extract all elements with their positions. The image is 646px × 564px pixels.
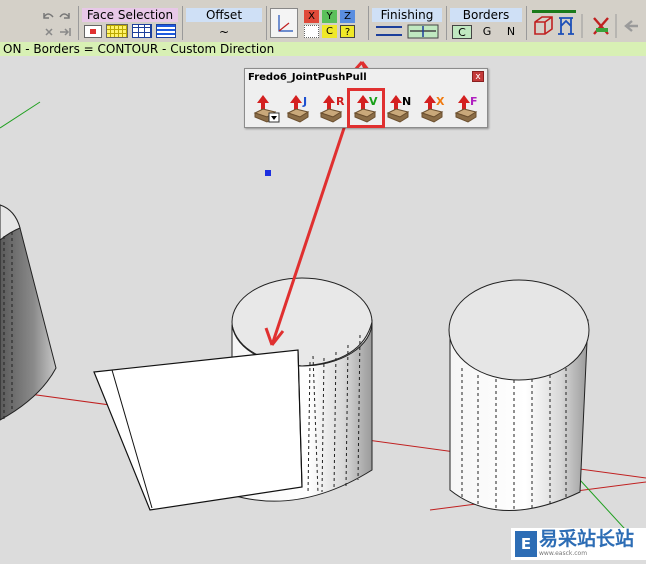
right-tools	[532, 10, 638, 38]
offset-group: Offset ~ 11951mm	[186, 8, 262, 55]
axis-custom-plane-icon[interactable]	[304, 25, 319, 38]
3d-viewport[interactable]	[0, 56, 646, 560]
axis-c-button[interactable]: C	[322, 25, 337, 38]
pushpull-normal-tool[interactable]: N	[385, 93, 413, 123]
borders-contour-button[interactable]: C	[452, 25, 472, 39]
borders-label: Borders	[450, 8, 522, 22]
face-select-single-icon[interactable]	[84, 25, 102, 38]
vertex-marker[interactable]	[265, 170, 271, 176]
axis-direction-icon[interactable]	[270, 8, 298, 38]
status-bar: ON - Borders = CONTOUR - Custom Directio…	[0, 42, 646, 56]
pushpull-normal-icon: N	[386, 95, 411, 123]
borders-g-button[interactable]: G	[478, 25, 496, 39]
pushpull-extrude-icon: X	[420, 95, 445, 123]
tool-letter-n: N	[402, 95, 411, 108]
finishing-label: Finishing	[372, 8, 442, 22]
watermark-logo-icon: E	[515, 531, 537, 557]
pushpull-follow-tool[interactable]: F	[453, 93, 481, 123]
gate-icon[interactable]	[558, 17, 574, 35]
pushpull-extrude-tool[interactable]: X	[419, 93, 447, 123]
back-arrow-icon[interactable]	[624, 20, 638, 32]
axis-z-button[interactable]: Z	[340, 10, 355, 23]
pushpull-icon	[253, 95, 280, 123]
right-cylinder[interactable]	[448, 279, 590, 512]
pushpull-tool[interactable]	[252, 93, 280, 123]
pushpull-round-icon: R	[319, 95, 345, 123]
close-icon[interactable]: x	[472, 71, 484, 82]
undo-redo-icons	[43, 13, 71, 36]
history-group	[40, 8, 76, 40]
pushpull-joint-tool[interactable]: J	[285, 93, 313, 123]
axis-y-button[interactable]: Y	[322, 10, 337, 23]
face-selection-group: Face Selection	[82, 8, 178, 40]
status-text: ON - Borders = CONTOUR - Custom Directio…	[3, 42, 275, 56]
finishing-group: Finishing	[372, 8, 442, 40]
joint-pushpull-palette[interactable]: Fredo6_JointPushPull x J R V N X F	[244, 68, 488, 128]
scene	[0, 61, 646, 553]
face-select-list-icon[interactable]	[156, 24, 176, 38]
face-select-group-icon[interactable]	[106, 24, 128, 38]
face-selection-label: Face Selection	[82, 8, 178, 22]
solid-box-icon[interactable]	[534, 16, 553, 35]
face-select-grid-icon[interactable]	[132, 24, 152, 38]
pushpull-vector-tool[interactable]: V	[347, 88, 385, 128]
left-cylinder[interactable]	[0, 204, 57, 421]
tool-letter-x: X	[436, 95, 445, 108]
extruded-face[interactable]	[93, 349, 319, 511]
tool-letter-j: J	[302, 95, 307, 108]
next-icon[interactable]	[60, 28, 71, 36]
pushpull-round-tool[interactable]: R	[318, 93, 346, 123]
watermark: E 易采站长站 www.easck.com	[511, 528, 646, 560]
pushpull-follow-icon: F	[454, 95, 478, 123]
undo-icon[interactable]	[43, 13, 54, 19]
offset-value[interactable]: ~ 11951mm	[188, 24, 260, 55]
offset-label: Offset	[186, 8, 262, 22]
watermark-subtitle: www.easck.com	[539, 550, 588, 557]
watermark-title: 易采站长站	[539, 528, 635, 550]
cancel-icon[interactable]	[593, 17, 609, 35]
plugin-toolbar: Face Selection Offset ~ 11951mm X Y Z C …	[0, 0, 646, 55]
direction-group: X Y Z C ?	[270, 8, 366, 40]
tool-letter-f: F	[470, 95, 478, 108]
borders-group: Borders C G N	[450, 8, 522, 40]
axis-x-button[interactable]: X	[304, 10, 319, 23]
green-axis	[0, 101, 41, 129]
redo-icon[interactable]	[59, 13, 70, 19]
tool-letter-r: R	[336, 95, 345, 108]
pushpull-vector-icon: V	[353, 95, 378, 123]
pushpull-joint-icon: J	[286, 95, 310, 123]
finishing-icon[interactable]	[372, 24, 442, 40]
axis-custom-button[interactable]: ?	[340, 25, 355, 38]
delete-icon[interactable]	[45, 28, 53, 36]
borders-n-button[interactable]: N	[502, 25, 520, 39]
palette-title: Fredo6_JointPushPull	[248, 72, 367, 83]
tool-letter-v: V	[369, 95, 378, 108]
